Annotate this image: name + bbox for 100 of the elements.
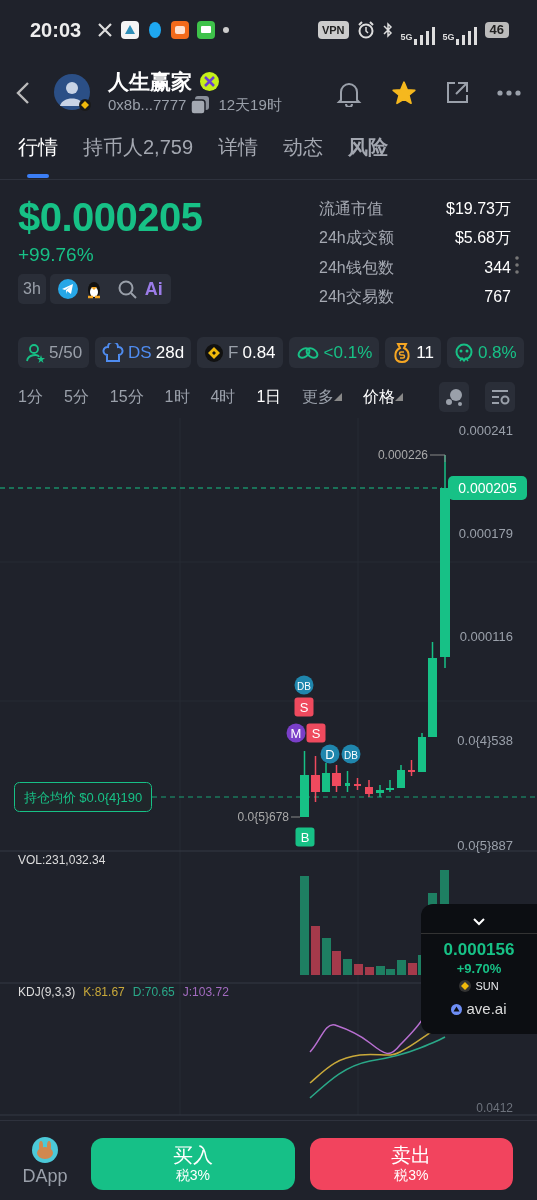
tab[interactable]: 行情 (18, 126, 58, 180)
candle (397, 764, 405, 789)
ai-button[interactable]: Ai (144, 275, 163, 303)
price-change: +99.76% (18, 243, 95, 267)
volume-bar (311, 926, 320, 975)
battery-level: 46 (484, 22, 509, 38)
interval-tab[interactable]: 15分 (109, 384, 144, 409)
trade-marker[interactable]: D (320, 744, 340, 764)
coin-icon (204, 342, 225, 363)
stat-label: 24h交易数 (319, 287, 394, 308)
bunny-icon[interactable] (32, 1137, 58, 1163)
tag-prefix: DS (128, 341, 152, 364)
app-icon (121, 21, 140, 39)
volume-bar (354, 964, 363, 975)
share-icon[interactable] (445, 81, 469, 105)
clock-time: 20:03 (30, 18, 82, 43)
trade-marker[interactable]: S (294, 697, 314, 717)
axis-label: 0.000116 (459, 629, 513, 644)
dapp-label[interactable]: DApp (22, 1163, 68, 1190)
info-tag[interactable]: 0.8% (446, 337, 524, 368)
stat-value: 344 (484, 257, 511, 278)
axis-label: 0.0{5}887 (457, 838, 513, 853)
info-tag[interactable]: F 0.84 (197, 337, 283, 368)
dot-icon (223, 27, 230, 33)
chart-settings-button[interactable] (485, 381, 515, 412)
stat-value: $5.68万 (454, 228, 511, 249)
signal-icon (412, 26, 435, 45)
star-icon[interactable] (391, 80, 417, 106)
candle (408, 759, 415, 777)
money-bag-icon (392, 341, 413, 364)
axis-label: 0.000241 (458, 423, 513, 438)
leader-line (429, 454, 446, 463)
candle (376, 784, 384, 798)
more-intervals-dropdown[interactable]: 更多 (302, 384, 343, 409)
candle (332, 764, 341, 793)
chevron-down-icon[interactable] (473, 917, 485, 926)
network-type: 5G (400, 31, 413, 45)
info-tag[interactable]: DS 28d (95, 337, 192, 368)
trade-marker[interactable]: DB (294, 675, 314, 695)
tag-value: <0.1% (323, 341, 373, 364)
stat-label: 24h成交额 (319, 228, 394, 249)
current-price-tag: 0.000205 (448, 476, 527, 500)
x-logo-icon (97, 22, 114, 38)
tab[interactable]: 详情 (218, 126, 259, 180)
chef-hat-icon (102, 342, 125, 363)
volume-bar (365, 967, 374, 975)
stat-label: 流通市值 (319, 198, 383, 219)
tab[interactable]: 持币人2,759 (83, 126, 194, 180)
interval-tab[interactable]: 1日 (256, 384, 282, 409)
avatar-icon (54, 74, 92, 112)
caret-icon (334, 393, 343, 402)
d-value: D:70.65 (132, 985, 175, 999)
k-value: K:81.67 (83, 985, 125, 999)
candle (386, 779, 394, 793)
trade-marker[interactable]: S (306, 723, 326, 743)
search-icon[interactable] (117, 279, 137, 299)
ticker-symbol: SUN (475, 979, 499, 994)
vpn-badge: VPN (317, 20, 349, 40)
candle (354, 777, 361, 791)
tag-value: 0.8% (477, 341, 517, 364)
interval-tab[interactable]: 4时 (210, 384, 236, 409)
interval-tab[interactable]: 1分 (18, 384, 43, 409)
sell-button[interactable]: 卖出 税3% (309, 1137, 513, 1190)
info-tag[interactable]: 11 (385, 337, 441, 368)
low-price-label: 0.0{5}678 (237, 810, 289, 824)
stat-value: 767 (484, 287, 511, 308)
trade-marker[interactable]: M (286, 723, 306, 743)
info-tag[interactable]: 5/50 (18, 337, 90, 368)
tag-value: 28d (155, 341, 185, 364)
ghost-face-icon (453, 342, 474, 363)
axis-label: 0.0412 (476, 1101, 513, 1115)
chart-mode-dropdown[interactable]: 价格 (363, 384, 404, 409)
signal-icon (454, 26, 477, 45)
tag-value: 5/50 (49, 341, 83, 364)
social-links-bar[interactable]: Ai (49, 274, 171, 304)
trade-marker[interactable]: DB (341, 744, 361, 764)
telegram-icon[interactable] (57, 279, 78, 299)
average-cost-label: 持仓均价 $0.0{4}190 (14, 782, 152, 812)
interval-tab[interactable]: 5分 (63, 384, 89, 409)
high-price-label: 0.000226 (377, 448, 428, 462)
chat-icon (197, 21, 216, 39)
interval-tab[interactable]: 1时 (164, 384, 190, 409)
more-icon[interactable] (515, 256, 519, 274)
indicator-button[interactable] (439, 381, 469, 412)
more-icon[interactable] (497, 90, 521, 96)
back-icon[interactable] (16, 81, 30, 105)
leader-line (290, 816, 301, 818)
coin-icon (459, 980, 472, 992)
caret-icon (395, 393, 404, 402)
stat-label: 24h钱包数 (319, 257, 394, 278)
circles-icon (444, 386, 464, 407)
tab[interactable]: 动态 (283, 126, 324, 180)
token-price: $0.000205 (18, 194, 204, 240)
alarm-clock-icon (356, 21, 375, 39)
tab[interactable]: 风险 (348, 126, 389, 180)
logo-icon (451, 1003, 463, 1015)
copy-icon[interactable] (190, 95, 211, 115)
candle (345, 770, 350, 793)
volume-bar (397, 960, 406, 975)
info-tag[interactable]: <0.1% (288, 337, 380, 368)
